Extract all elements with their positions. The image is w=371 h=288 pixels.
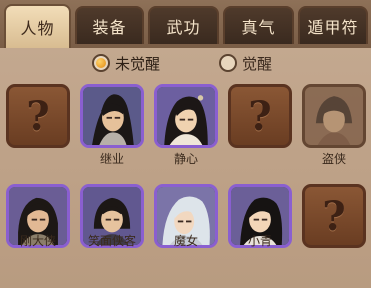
radio-selected-icon	[92, 54, 110, 72]
character-name: 盗侠	[321, 152, 346, 166]
filter-awakened-label: 觉醒	[242, 54, 273, 73]
question-mark-icon: ?	[26, 92, 50, 140]
portrait-daoxia	[305, 87, 363, 145]
portrait-jiye	[83, 87, 141, 145]
tab-martial-arts[interactable]: 武功	[148, 6, 219, 44]
character-card-jiye[interactable]	[80, 84, 144, 148]
tab-talismans[interactable]: 遁甲符	[298, 6, 368, 44]
character-name: 继业	[99, 152, 124, 166]
tab-characters[interactable]: 人物	[4, 4, 71, 48]
character-card-jingxin[interactable]	[154, 84, 218, 148]
portrait-jingxin	[157, 87, 215, 145]
character-card-daoxia[interactable]	[302, 84, 366, 148]
filter-awakened-radio[interactable]: 觉醒	[219, 52, 272, 74]
character-name: 小青	[247, 234, 272, 248]
locked-character-slot[interactable]: ?	[302, 184, 366, 248]
character-name: 静心	[173, 152, 198, 166]
question-mark-icon: ?	[248, 92, 272, 140]
tab-equipment[interactable]: 装备	[75, 6, 144, 44]
filter-unawakened-radio[interactable]: 未觉醒	[92, 52, 160, 74]
tab-true-qi[interactable]: 真气	[223, 6, 294, 44]
character-name: 魔女	[173, 234, 198, 248]
radio-unselected-icon	[219, 54, 237, 72]
locked-character-slot[interactable]: ?	[6, 84, 70, 148]
filter-unawakened-label: 未觉醒	[115, 54, 161, 73]
character-name: 笑面侠客	[87, 234, 136, 248]
tab-bar: 人物 装备 武功 真气 遁甲符	[0, 0, 371, 50]
character-name: 刚大侠	[19, 234, 56, 248]
locked-character-slot[interactable]: ?	[228, 84, 292, 148]
question-mark-icon: ?	[322, 192, 346, 240]
